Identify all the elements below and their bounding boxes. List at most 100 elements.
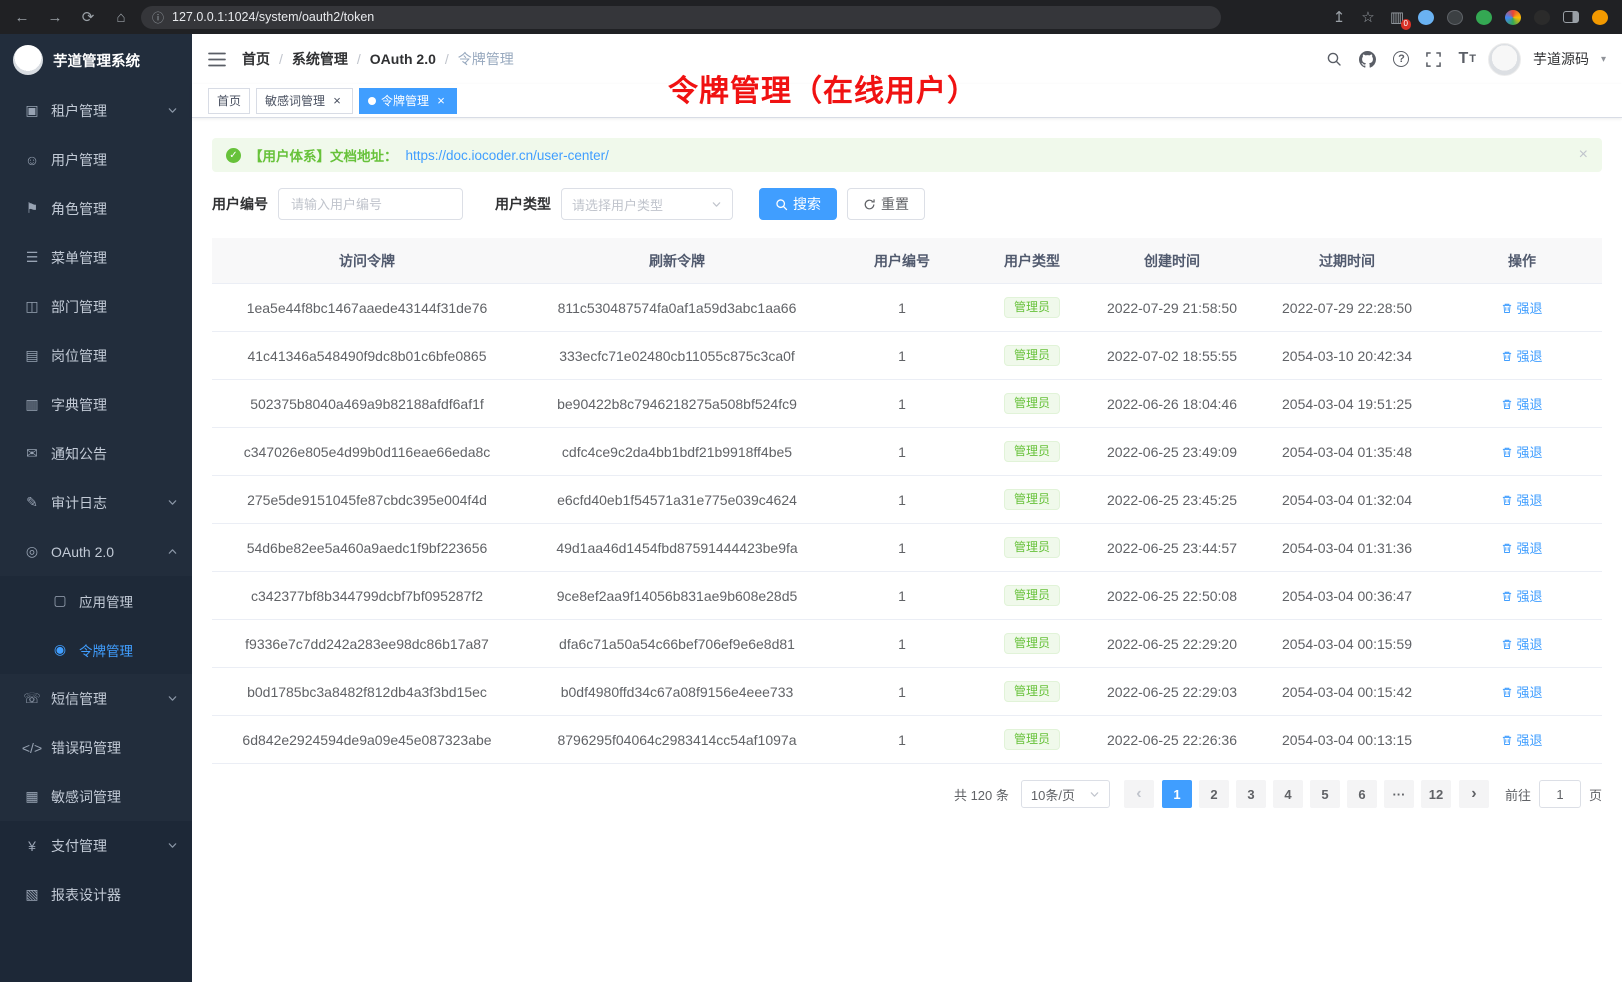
- font-size-icon[interactable]: TT: [1458, 50, 1476, 68]
- sidepanel-icon[interactable]: [1563, 11, 1579, 23]
- alert-close-icon[interactable]: ×: [1579, 146, 1588, 164]
- sidebar-item-label: 岗位管理: [51, 346, 178, 366]
- sidebar-item-oauth2[interactable]: ◎OAuth 2.0: [0, 527, 192, 576]
- user-id-input[interactable]: [278, 188, 463, 220]
- address-bar[interactable]: ⓘ 127.0.0.1:1024/system/oauth2/token: [141, 6, 1221, 29]
- action-cell: 强退: [1442, 538, 1602, 557]
- doc-link[interactable]: https://doc.iocoder.cn/user-center/: [406, 148, 609, 163]
- sidebar-item-oauth2-app[interactable]: ▢应用管理: [0, 576, 192, 625]
- close-tab-icon[interactable]: ×: [330, 94, 344, 108]
- force-logout-button[interactable]: 强退: [1501, 682, 1542, 701]
- extension-paw-icon[interactable]: [1534, 10, 1550, 25]
- table-row: c347026e805e4d99b0d116eae66eda8ccdfc4ce9…: [212, 428, 1602, 476]
- sidebar-item-sensitive[interactable]: ▦敏感词管理: [0, 772, 192, 821]
- extension-dark-icon[interactable]: [1447, 10, 1463, 25]
- back-icon[interactable]: ←: [14, 10, 30, 25]
- user-type-cell: 管理员: [972, 729, 1092, 751]
- goto-page-input[interactable]: [1539, 780, 1581, 808]
- page-button[interactable]: 2: [1199, 780, 1229, 808]
- tab-home[interactable]: 首页: [208, 88, 250, 114]
- trash-icon: [1501, 398, 1513, 410]
- table-row: 54d6be82ee5a460a9aedc1f9bf22365649d1aa46…: [212, 524, 1602, 572]
- extension-color-icon[interactable]: [1505, 10, 1521, 25]
- sidebar-item-role[interactable]: ⚑角色管理: [0, 184, 192, 233]
- page-button[interactable]: 5: [1310, 780, 1340, 808]
- breadcrumb-item[interactable]: 首页: [242, 49, 270, 69]
- extension-green-icon[interactable]: [1476, 10, 1492, 25]
- action-cell: 强退: [1442, 586, 1602, 605]
- page-size-select[interactable]: 10条/页: [1021, 780, 1110, 808]
- sidebar-item-notice[interactable]: ✉通知公告: [0, 429, 192, 478]
- sidebar-item-oauth2-token[interactable]: ◉令牌管理: [0, 625, 192, 674]
- next-page-button[interactable]: ›: [1459, 780, 1489, 808]
- breadcrumb-item[interactable]: 系统管理: [292, 49, 348, 69]
- force-logout-button[interactable]: 强退: [1501, 538, 1542, 557]
- sidebar-item-audit[interactable]: ✎审计日志: [0, 478, 192, 527]
- search-icon[interactable]: [1326, 51, 1342, 67]
- sidebar-item-menu[interactable]: ☰菜单管理: [0, 233, 192, 282]
- bookmark-icon[interactable]: ☆: [1360, 10, 1376, 25]
- header-user-id: 用户编号: [832, 251, 972, 271]
- breadcrumb-separator: /: [279, 51, 283, 67]
- caret-down-icon[interactable]: ▾: [1601, 54, 1606, 65]
- sidebar-toggle-button[interactable]: [208, 52, 226, 67]
- user-type-placeholder: 请选择用户类型: [572, 195, 663, 214]
- page-ellipsis-button[interactable]: ···: [1384, 780, 1414, 808]
- sidebar-item-post[interactable]: ▤ 岗位管理: [0, 331, 192, 380]
- reset-button[interactable]: 重置: [847, 188, 925, 220]
- user-type-tag: 管理员: [1004, 393, 1060, 415]
- sidebar-menu: ▣租户管理☺用户管理⚑角色管理☰菜单管理◫部门管理 ▤ 岗位管理 ▥字典管理✉通知公告…: [0, 86, 192, 982]
- page-button[interactable]: 1: [1162, 780, 1192, 808]
- app-title: 芋道管理系统: [53, 50, 140, 71]
- user-name[interactable]: 芋道源码: [1533, 49, 1589, 69]
- home-icon[interactable]: ⌂: [113, 10, 129, 25]
- sensitive-icon: ▦: [20, 788, 44, 805]
- site-info-icon[interactable]: ⓘ: [152, 9, 164, 26]
- help-icon[interactable]: ?: [1393, 51, 1409, 67]
- force-logout-button[interactable]: 强退: [1501, 586, 1542, 605]
- force-logout-button[interactable]: 强退: [1501, 394, 1542, 413]
- breadcrumb-item[interactable]: OAuth 2.0: [370, 51, 436, 67]
- page-button[interactable]: 12: [1421, 780, 1451, 808]
- force-logout-button[interactable]: 强退: [1501, 298, 1542, 317]
- user-type-select[interactable]: 请选择用户类型: [561, 188, 733, 220]
- reload-icon[interactable]: ⟳: [80, 10, 96, 25]
- post-icon: ▤: [20, 347, 44, 364]
- page-button[interactable]: 6: [1347, 780, 1377, 808]
- force-logout-button[interactable]: 强退: [1501, 730, 1542, 749]
- force-logout-label: 强退: [1516, 634, 1542, 653]
- profile-avatar[interactable]: [1592, 10, 1608, 25]
- tab-sensitive-word[interactable]: 敏感词管理×: [256, 88, 353, 114]
- sidebar-item-errcode[interactable]: </>错误码管理: [0, 723, 192, 772]
- expire-time-cell: 2054-03-04 00:36:47: [1252, 588, 1442, 604]
- force-logout-button[interactable]: 强退: [1501, 346, 1542, 365]
- page-button[interactable]: 4: [1273, 780, 1303, 808]
- tab-token[interactable]: 令牌管理×: [359, 88, 457, 114]
- user-type-cell: 管理员: [972, 633, 1092, 655]
- create-time-cell: 2022-06-26 18:04:46: [1092, 396, 1252, 412]
- forward-icon[interactable]: →: [47, 10, 63, 25]
- github-icon[interactable]: [1359, 51, 1376, 68]
- extension-blue-icon[interactable]: [1418, 10, 1434, 25]
- extension-badged-icon[interactable]: ▥0: [1389, 10, 1405, 25]
- sidebar-item-tenant[interactable]: ▣租户管理: [0, 86, 192, 135]
- prev-page-button[interactable]: ‹: [1124, 780, 1154, 808]
- force-logout-button[interactable]: 强退: [1501, 490, 1542, 509]
- page-button[interactable]: 3: [1236, 780, 1266, 808]
- user-avatar[interactable]: [1488, 43, 1521, 76]
- force-logout-button[interactable]: 强退: [1501, 442, 1542, 461]
- refresh-token-cell: 8796295f04064c2983414cc54af1097a: [522, 732, 832, 748]
- sidebar-item-dict[interactable]: ▥字典管理: [0, 380, 192, 429]
- sidebar-item-report[interactable]: ▧报表设计器: [0, 870, 192, 919]
- share-icon[interactable]: ↥: [1331, 10, 1347, 25]
- header-actions: 操作: [1442, 251, 1602, 271]
- sidebar-item-pay[interactable]: ¥支付管理: [0, 821, 192, 870]
- sidebar-item-dept[interactable]: ◫部门管理: [0, 282, 192, 331]
- search-button[interactable]: 搜索: [759, 188, 837, 220]
- force-logout-button[interactable]: 强退: [1501, 634, 1542, 653]
- fullscreen-icon[interactable]: [1426, 52, 1441, 67]
- sidebar-item-sms[interactable]: ☏短信管理: [0, 674, 192, 723]
- sidebar-item-user[interactable]: ☺用户管理: [0, 135, 192, 184]
- sidebar-item-label: 短信管理: [51, 689, 167, 709]
- close-tab-icon[interactable]: ×: [434, 94, 448, 108]
